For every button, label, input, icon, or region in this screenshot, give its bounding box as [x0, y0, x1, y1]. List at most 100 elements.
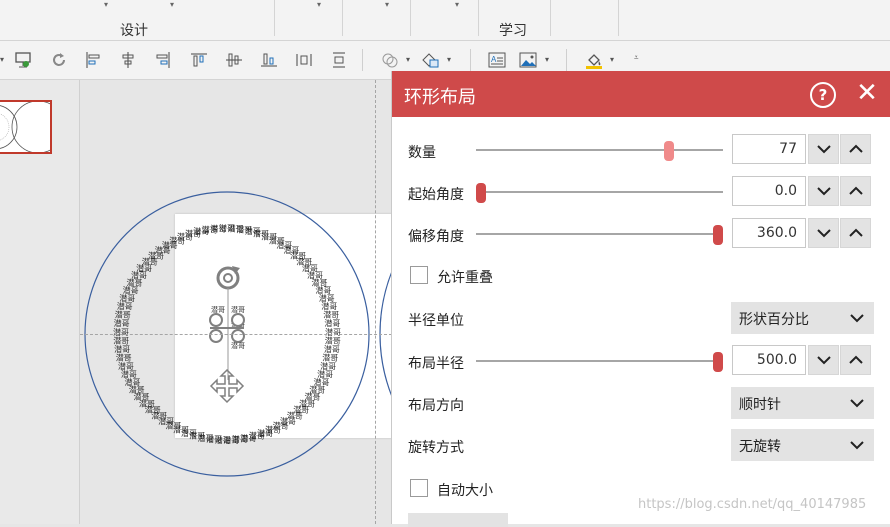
- ring-text-item: 潜哥: [113, 336, 129, 346]
- start-angle-slider[interactable]: [475, 183, 723, 203]
- slide-canvas[interactable]: 潜哥 潜哥 潜哥 潜哥 潜哥 潜哥 潜哥 潜哥 潜哥 潜哥 潜哥 潜哥 潜哥 潜哥 潜哥 潜哥 潜哥 潜哥 潜哥 潜哥…: [80, 80, 392, 524]
- chevron-up-icon: [849, 144, 863, 153]
- ring-text-item: 潜哥: [323, 310, 339, 320]
- rotation-mode-value: 无旋转: [739, 439, 781, 455]
- slider-thumb[interactable]: [713, 225, 724, 245]
- slider-thumb[interactable]: [713, 352, 724, 372]
- chevron-up-icon: [849, 355, 863, 364]
- ring-text-item: 潜哥: [324, 344, 340, 354]
- layout-radius-decrement-button[interactable]: [808, 345, 839, 375]
- align-left-icon[interactable]: [84, 51, 102, 69]
- vertical-guide: [375, 80, 376, 524]
- text-box-icon[interactable]: A: [488, 51, 506, 69]
- svg-text:A: A: [491, 55, 497, 64]
- layout-direction-select[interactable]: 顺时针: [731, 387, 874, 419]
- ring-text-item: 潜哥: [113, 327, 129, 337]
- start-angle-increment-button[interactable]: [840, 176, 871, 206]
- rotation-mode-select[interactable]: 无旋转: [731, 429, 874, 461]
- selection-handles[interactable]: [209, 313, 245, 343]
- radius-unit-select[interactable]: 形状百分比: [731, 302, 874, 334]
- panel-title: 环形布局: [404, 87, 476, 108]
- dropdown-arrow-icon[interactable]: ▾: [317, 0, 321, 9]
- count-decrement-button[interactable]: [808, 134, 839, 164]
- group-separator: [550, 0, 551, 36]
- align-right-icon[interactable]: [154, 51, 172, 69]
- dropdown-arrow-icon[interactable]: ▾: [406, 55, 410, 64]
- toolbar-separator: [362, 49, 363, 71]
- apply-button[interactable]: [408, 513, 508, 527]
- count-label: 数量: [408, 145, 436, 161]
- distribute-h-icon[interactable]: [295, 51, 313, 69]
- layout-radius-input[interactable]: 500.0: [732, 345, 806, 375]
- layout-radius-slider[interactable]: [476, 352, 724, 372]
- slide-thumbnail[interactable]: [0, 100, 52, 154]
- start-angle-decrement-button[interactable]: [808, 176, 839, 206]
- slider-thumb[interactable]: [663, 141, 674, 161]
- chevron-down-icon: [817, 356, 831, 365]
- chevron-down-icon: [817, 187, 831, 196]
- dropdown-arrow-icon[interactable]: ▾: [170, 0, 174, 9]
- group-label-design: 设计: [120, 23, 148, 39]
- align-middle-icon[interactable]: [225, 51, 243, 69]
- distribute-v-icon[interactable]: [330, 51, 348, 69]
- layout-radius-label: 布局半径: [408, 356, 464, 372]
- radius-unit-value: 形状百分比: [739, 312, 809, 328]
- auto-size-label: 自动大小: [437, 483, 493, 499]
- offset-angle-decrement-button[interactable]: [808, 218, 839, 248]
- dropdown-arrow-icon[interactable]: ▾: [0, 55, 4, 64]
- offset-angle-label: 偏移角度: [408, 229, 464, 245]
- offset-angle-increment-button[interactable]: [840, 218, 871, 248]
- dropdown-arrow-icon[interactable]: ▾: [385, 0, 389, 9]
- inner-text-item: 潜哥: [211, 305, 225, 314]
- align-bottom-icon[interactable]: [260, 51, 278, 69]
- count-slider[interactable]: [476, 141, 723, 161]
- auto-size-checkbox[interactable]: [410, 479, 428, 497]
- close-button[interactable]: ✕: [854, 80, 880, 106]
- move-handle-icon[interactable]: [209, 368, 245, 404]
- ring-text-item: 潜哥: [325, 336, 341, 346]
- dropdown-arrow-icon[interactable]: ▾: [610, 55, 614, 64]
- offset-angle-input[interactable]: 360.0: [732, 218, 806, 248]
- align-top-icon[interactable]: [190, 51, 208, 69]
- dropdown-arrow-icon[interactable]: ▾: [104, 0, 108, 9]
- count-input[interactable]: 77: [732, 134, 806, 164]
- group-separator: [274, 0, 275, 36]
- dropdown-arrow-icon[interactable]: ▾: [447, 55, 451, 64]
- chevron-down-icon: [850, 314, 864, 323]
- picture-icon[interactable]: [519, 51, 537, 69]
- slider-thumb[interactable]: [475, 183, 486, 203]
- shape-style-icon[interactable]: [421, 51, 439, 69]
- allow-overlap-checkbox[interactable]: [410, 266, 428, 284]
- group-separator: [342, 0, 343, 36]
- count-increment-button[interactable]: [840, 134, 871, 164]
- layout-radius-increment-button[interactable]: [840, 345, 871, 375]
- customize-toolbar-icon[interactable]: ⩡: [634, 53, 639, 63]
- allow-overlap-label: 允许重叠: [437, 270, 493, 286]
- slider-track: [476, 233, 723, 235]
- group-label-learn: 学习: [499, 23, 527, 39]
- toolbar-separator: [566, 49, 567, 71]
- dropdown-arrow-icon[interactable]: ▾: [545, 55, 549, 64]
- start-angle-input[interactable]: 0.0: [732, 176, 806, 206]
- ring-layout-panel: 环形布局 ? ✕ 数量 77 起始角度 0.0 偏移角度 360.0 允许重叠 …: [391, 71, 890, 527]
- chevron-down-icon: [817, 229, 831, 238]
- slider-track: [476, 149, 723, 151]
- toolbar-separator: [470, 49, 471, 71]
- dropdown-arrow-icon[interactable]: ▾: [455, 0, 459, 9]
- radius-unit-label: 半径单位: [408, 313, 464, 329]
- chevron-down-icon: [850, 441, 864, 450]
- ribbon-group-bar: ▾ ▾ ▾ ▾ ▾ 设计 学习: [0, 0, 890, 41]
- help-button[interactable]: ?: [810, 82, 836, 108]
- slideshow-icon[interactable]: [14, 51, 32, 69]
- slide-thumbnail-pane: [0, 80, 80, 524]
- align-center-h-icon[interactable]: [119, 51, 137, 69]
- layout-direction-label: 布局方向: [408, 398, 464, 414]
- layout-direction-value: 顺时针: [739, 397, 781, 413]
- refresh-icon[interactable]: [50, 51, 68, 69]
- group-separator: [410, 0, 411, 36]
- fill-bucket-icon[interactable]: [585, 51, 603, 69]
- offset-angle-slider[interactable]: [476, 225, 724, 245]
- merge-shapes-icon[interactable]: [381, 51, 399, 69]
- rotate-handle-icon[interactable]: [216, 266, 240, 290]
- start-angle-label: 起始角度: [408, 187, 464, 203]
